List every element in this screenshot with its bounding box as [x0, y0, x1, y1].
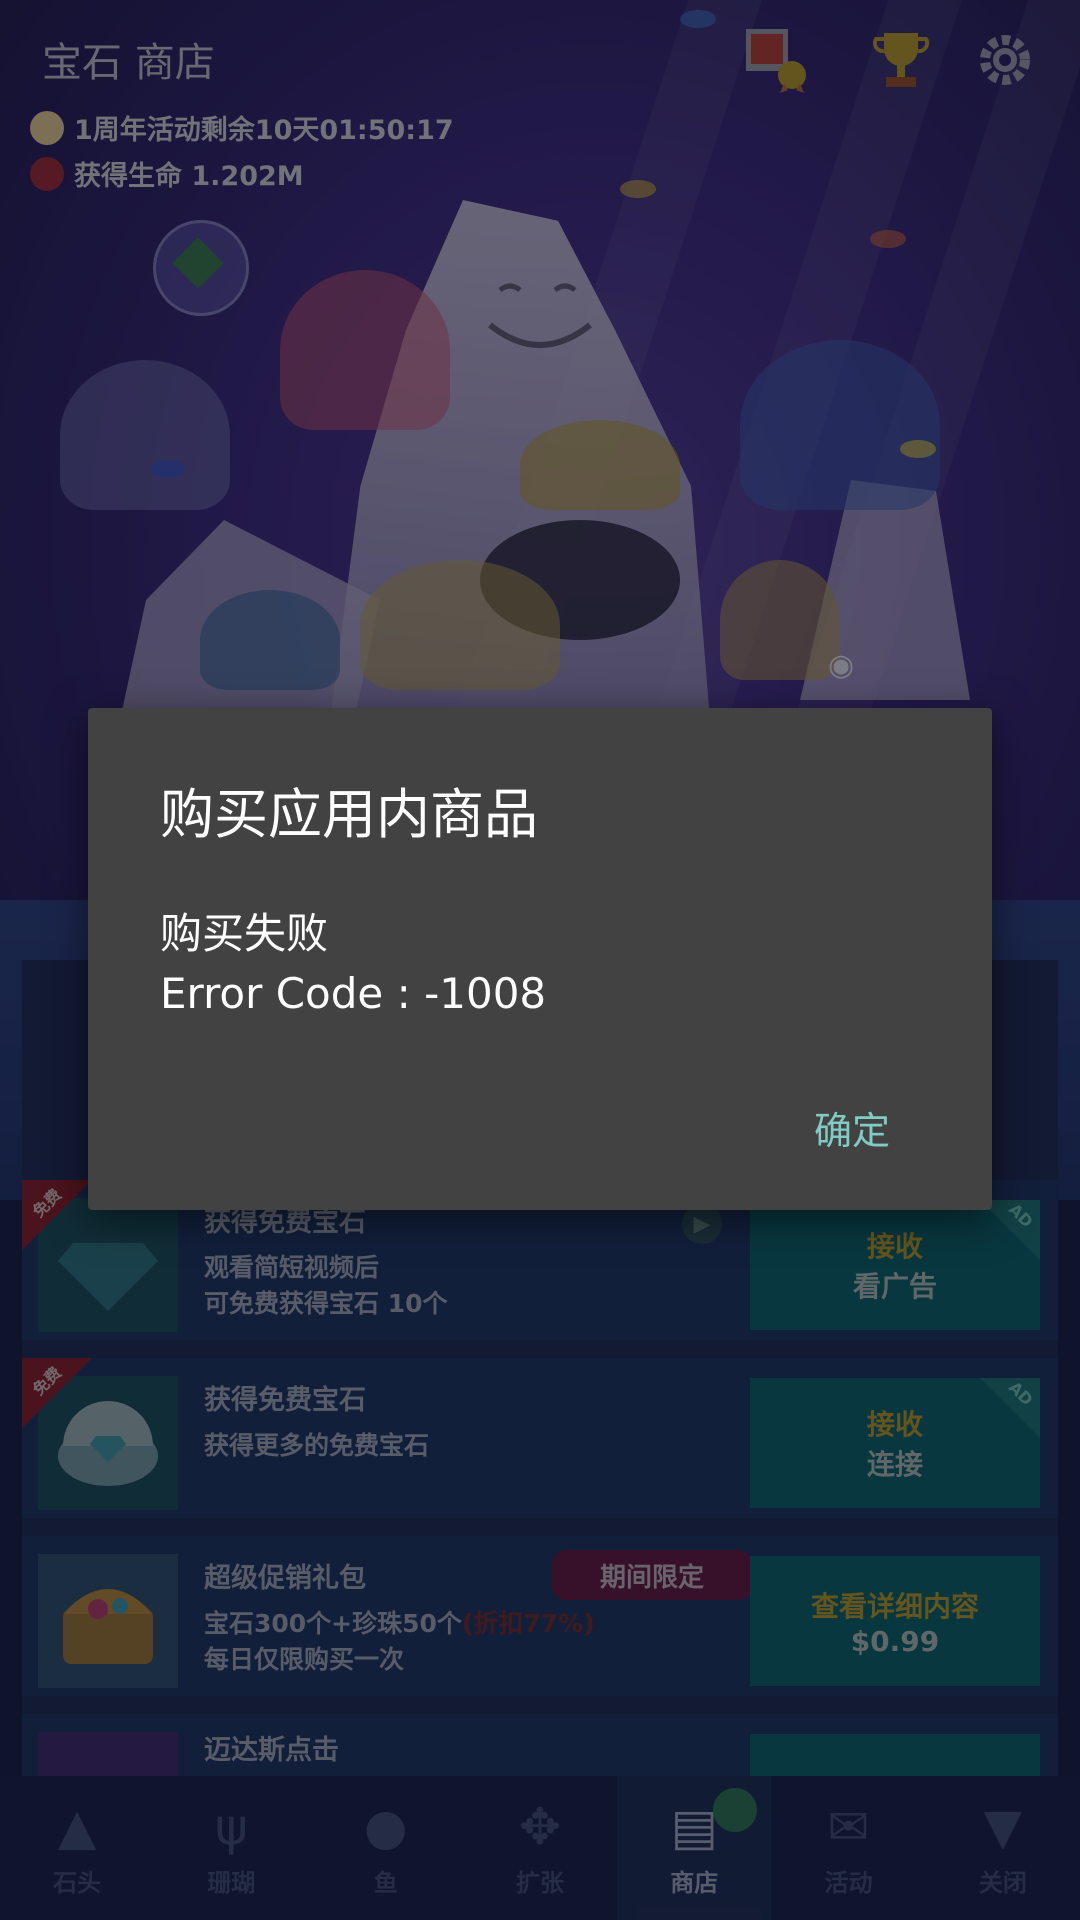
ok-button[interactable]: 确定: [804, 1090, 900, 1165]
purchase-error-dialog: 购买应用内商品 购买失败 Error Code : -1008 确定: [88, 708, 992, 1210]
dialog-message-line: 购买失败: [160, 909, 329, 958]
error-code-text: Error Code : -1008: [160, 969, 547, 1018]
dialog-title: 购买应用内商品: [160, 783, 538, 846]
dialog-message: 购买失败 Error Code : -1008: [160, 904, 546, 1024]
